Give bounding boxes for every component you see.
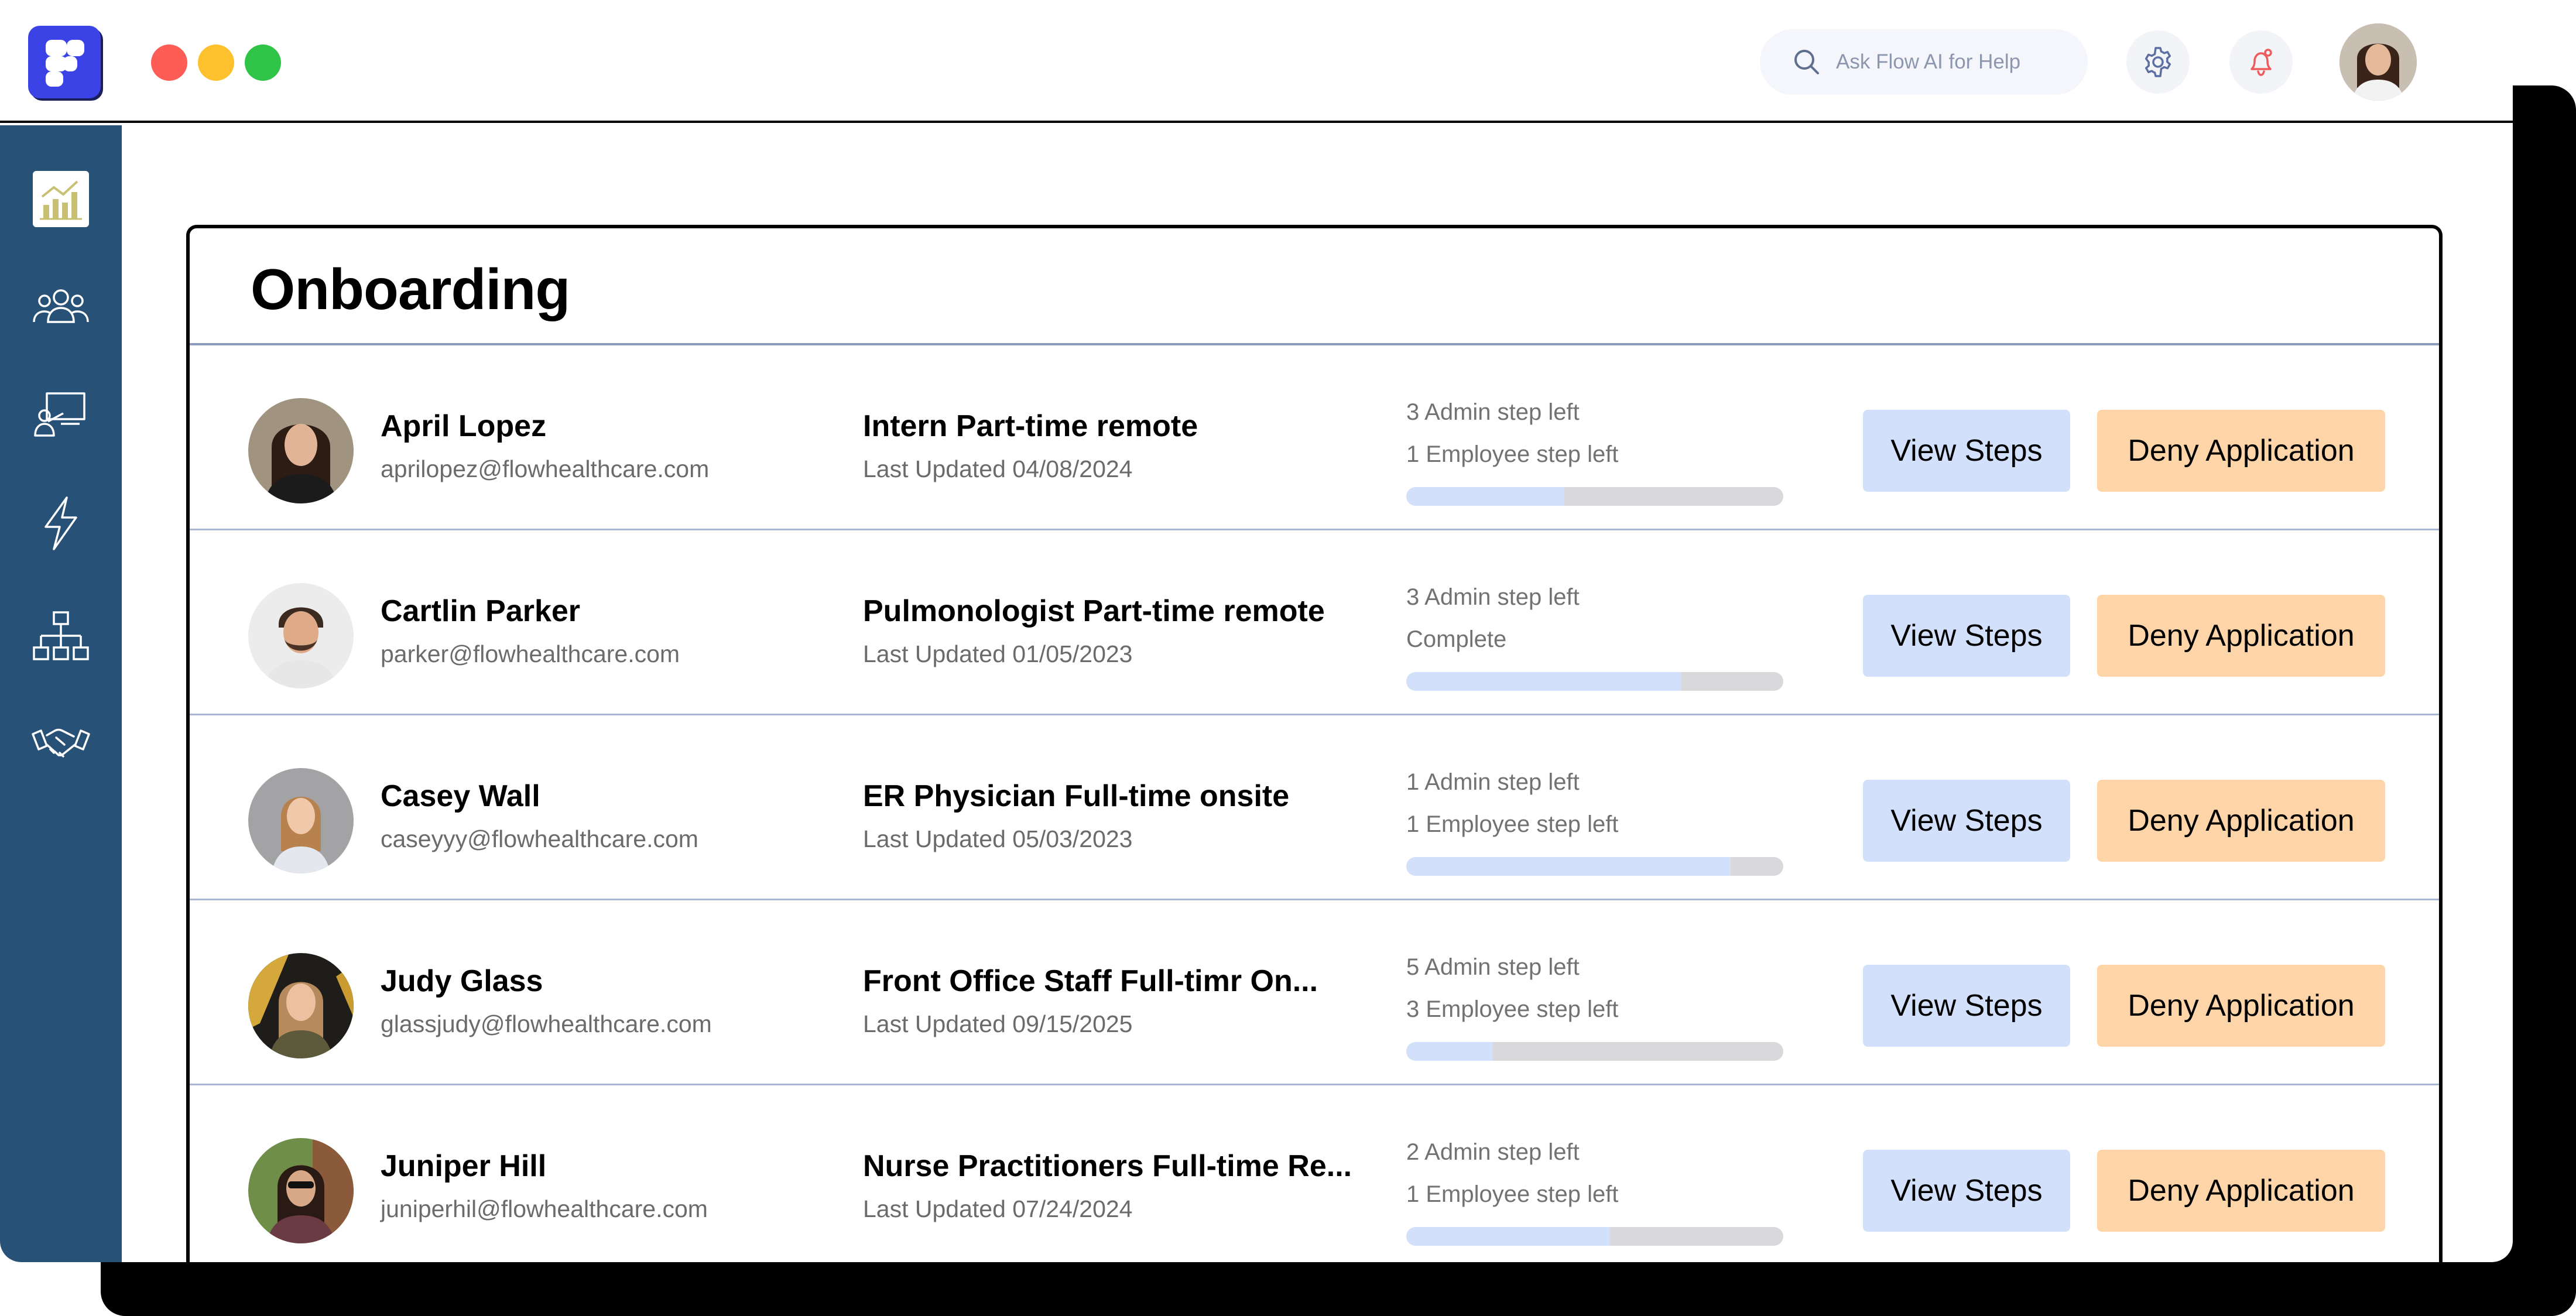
employee-name: Casey Wall <box>381 779 540 813</box>
deny-application-button[interactable]: Deny Application <box>2097 780 2385 862</box>
employee-name: Judy Glass <box>381 964 543 998</box>
deny-application-button[interactable]: Deny Application <box>2097 965 2385 1047</box>
window-maximize-dot[interactable] <box>245 44 281 81</box>
avatar <box>248 583 354 688</box>
progress-bar <box>1406 1042 1783 1061</box>
onboarding-row: Juniper Hill juniperhil@flowhealthcare.c… <box>190 1085 2439 1262</box>
page-title: Onboarding <box>251 257 570 321</box>
employee-name: Cartlin Parker <box>381 594 581 628</box>
progress-fill <box>1406 672 1682 691</box>
admin-steps-left: 5 Admin step left <box>1406 954 1580 980</box>
last-updated: Last Updated 07/24/2024 <box>863 1195 1133 1222</box>
employee-name: Juniper Hill <box>381 1149 547 1183</box>
gear-icon <box>2145 47 2171 77</box>
sidebar-item-automations[interactable] <box>30 493 91 554</box>
progress-bar <box>1406 672 1783 691</box>
admin-steps-left: 3 Admin step left <box>1406 399 1580 425</box>
presentation-icon <box>34 392 85 437</box>
progress-fill <box>1406 487 1565 506</box>
lightning-icon <box>44 496 77 550</box>
progress-fill <box>1406 1227 1610 1246</box>
view-steps-button[interactable]: View Steps <box>1863 595 2070 677</box>
last-updated: Last Updated 01/05/2023 <box>863 640 1133 667</box>
flow-logo-icon[interactable] <box>28 26 101 98</box>
analytics-icon <box>33 171 89 227</box>
user-avatar[interactable] <box>2339 23 2417 101</box>
employee-steps-left: 1 Employee step left <box>1406 1181 1619 1207</box>
employee-steps-left: 1 Employee step left <box>1406 811 1619 837</box>
notifications-button[interactable] <box>2229 30 2293 94</box>
avatar <box>248 953 354 1058</box>
employee-name: April Lopez <box>381 409 547 443</box>
org-chart-icon <box>33 611 89 660</box>
progress-fill <box>1406 857 1731 876</box>
last-updated: Last Updated 04/08/2024 <box>863 455 1133 482</box>
avatar <box>248 1138 354 1243</box>
position-title: ER Physician Full-time onsite <box>863 779 1290 813</box>
handshake-icon <box>32 728 90 758</box>
bell-icon <box>2250 49 2272 76</box>
sidebar <box>0 125 122 1262</box>
position-title: Front Office Staff Full-timr On... <box>863 964 1318 998</box>
avatar <box>248 398 354 503</box>
sidebar-item-org-chart[interactable] <box>30 606 91 667</box>
last-updated: Last Updated 05/03/2023 <box>863 825 1133 852</box>
position-title: Pulmonologist Part-time remote <box>863 594 1325 628</box>
view-steps-button[interactable]: View Steps <box>1863 965 2070 1047</box>
admin-steps-left: 2 Admin step left <box>1406 1139 1580 1165</box>
top-bar <box>0 0 2513 123</box>
employee-email: parker@flowhealthcare.com <box>381 640 680 667</box>
team-icon <box>33 289 89 323</box>
admin-steps-left: 1 Admin step left <box>1406 769 1580 795</box>
avatar <box>248 768 354 873</box>
sidebar-item-training[interactable] <box>30 383 91 444</box>
window-close-dot[interactable] <box>151 44 187 81</box>
window-minimize-dot[interactable] <box>198 44 234 81</box>
onboarding-row: April Lopez aprilopez@flowhealthcare.com… <box>190 345 2439 530</box>
progress-fill <box>1406 1042 1493 1061</box>
sidebar-item-partners[interactable] <box>30 714 91 775</box>
employee-steps-left: 3 Employee step left <box>1406 996 1619 1022</box>
progress-bar <box>1406 1227 1783 1246</box>
sidebar-item-analytics[interactable] <box>30 169 91 229</box>
employee-steps-left: Complete <box>1406 626 1507 652</box>
progress-bar <box>1406 857 1783 876</box>
employee-email: glassjudy@flowhealthcare.com <box>381 1010 712 1037</box>
view-steps-button[interactable]: View Steps <box>1863 1150 2070 1232</box>
deny-application-button[interactable]: Deny Application <box>2097 1150 2385 1232</box>
employee-email: caseyyy@flowhealthcare.com <box>381 825 698 852</box>
onboarding-row: Cartlin Parker parker@flowhealthcare.com… <box>190 530 2439 715</box>
employee-email: juniperhil@flowhealthcare.com <box>381 1195 708 1222</box>
onboarding-card: Onboarding April Lopez aprilopez@flowhea… <box>186 225 2443 1262</box>
admin-steps-left: 3 Admin step left <box>1406 584 1580 610</box>
position-title: Nurse Practitioners Full-time Re... <box>863 1149 1352 1183</box>
settings-button[interactable] <box>2126 30 2190 94</box>
last-updated: Last Updated 09/15/2025 <box>863 1010 1133 1037</box>
view-steps-button[interactable]: View Steps <box>1863 410 2070 492</box>
app-window: Onboarding April Lopez aprilopez@flowhea… <box>0 0 2513 1262</box>
ai-search-box[interactable] <box>1760 29 2088 95</box>
deny-application-button[interactable]: Deny Application <box>2097 410 2385 492</box>
onboarding-row: Judy Glass glassjudy@flowhealthcare.com … <box>190 900 2439 1085</box>
view-steps-button[interactable]: View Steps <box>1863 780 2070 862</box>
employee-email: aprilopez@flowhealthcare.com <box>381 455 710 482</box>
deny-application-button[interactable]: Deny Application <box>2097 595 2385 677</box>
search-icon <box>1794 50 1819 74</box>
ai-search-input[interactable] <box>1836 44 2070 80</box>
employee-steps-left: 1 Employee step left <box>1406 441 1619 467</box>
progress-bar <box>1406 487 1783 506</box>
onboarding-row: Casey Wall caseyyy@flowhealthcare.com ER… <box>190 715 2439 900</box>
position-title: Intern Part-time remote <box>863 409 1198 443</box>
sidebar-item-team[interactable] <box>30 276 91 337</box>
